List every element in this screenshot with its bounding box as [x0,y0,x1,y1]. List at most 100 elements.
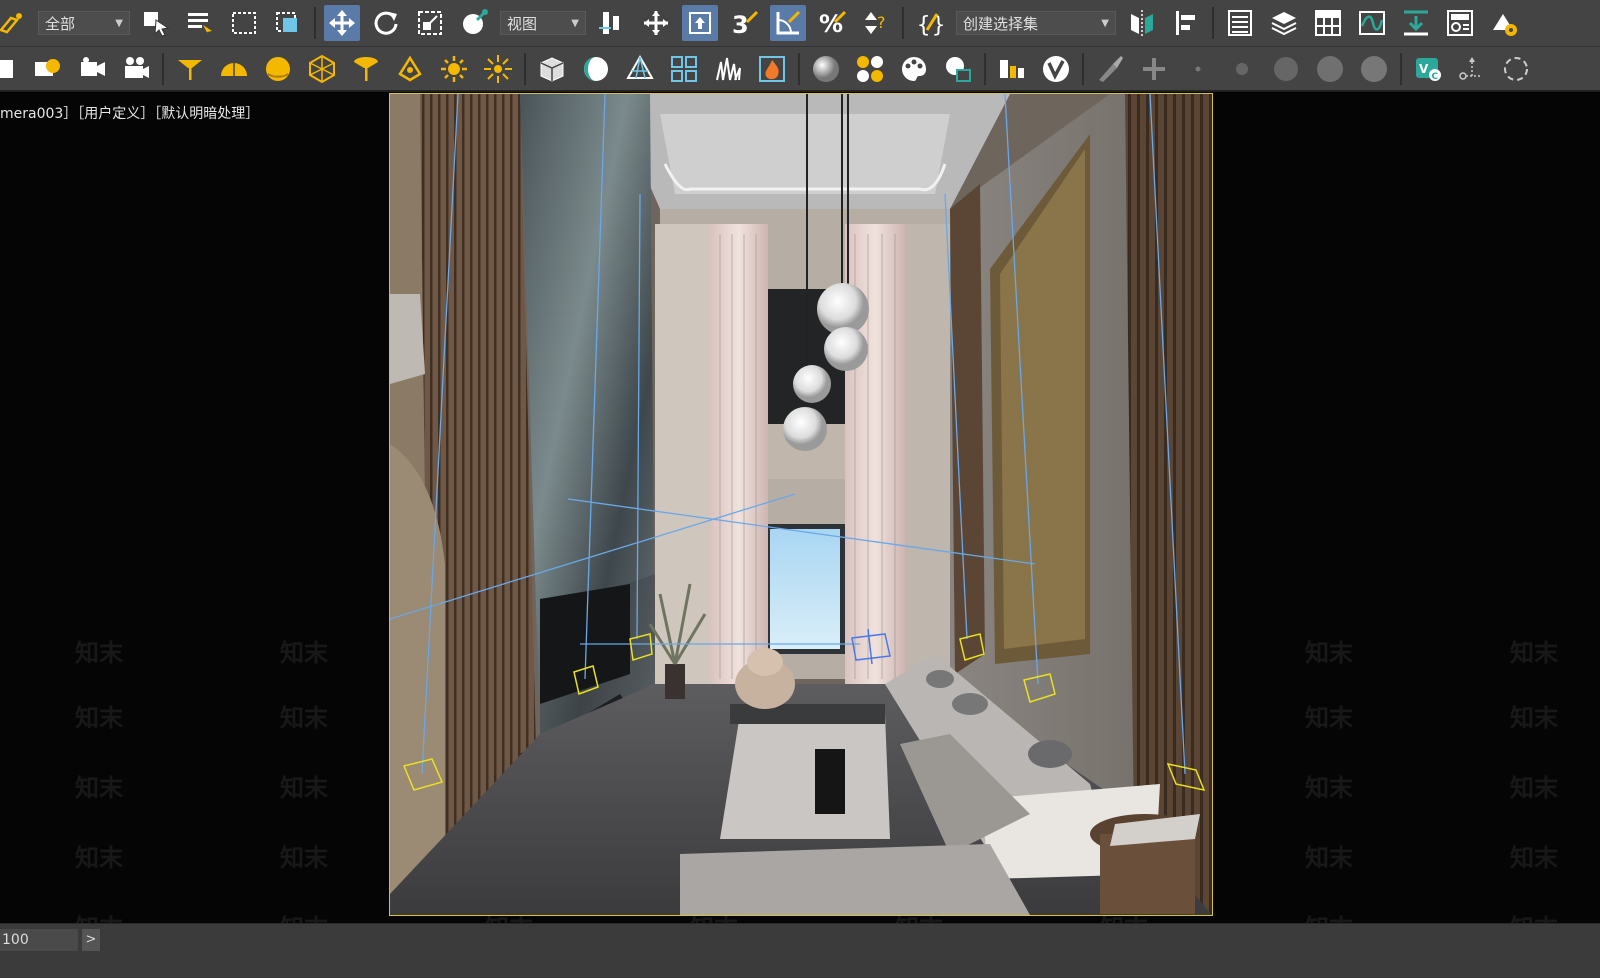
grass-icon[interactable] [710,51,746,87]
toolbar-separator [984,52,986,85]
render-iterative-icon[interactable] [74,51,110,87]
toolbar-separator [162,52,164,85]
camera-icon[interactable] [118,51,154,87]
vray-icon[interactable] [1038,51,1074,87]
teapot-icon[interactable] [578,51,614,87]
edit-named-selection-icon[interactable]: {} [912,5,948,41]
watermark-text: 知末 [1305,704,1353,732]
keyboard-shortcut-override-icon[interactable] [682,5,718,41]
pivot-center-icon[interactable] [594,5,630,41]
svg-text:V: V [1419,62,1429,76]
watermark-text: 知末 [1510,774,1558,802]
material-sphere-icon[interactable] [808,51,844,87]
named-selection-set-value: 创建选择集 [963,14,1039,33]
frame-counter[interactable]: 100 [0,929,78,951]
viewport-render[interactable] [389,93,1213,916]
sphere-xlarge-icon[interactable] [1356,51,1392,87]
select-manipulate-icon[interactable] [456,5,492,41]
reference-coord-value: 视图 [507,14,538,33]
target-spot-icon[interactable] [172,51,208,87]
plus-icon[interactable] [1136,51,1172,87]
sphere-small-icon[interactable] [1224,51,1260,87]
orbit-gizmo-icon[interactable] [1498,51,1534,87]
window-crossing-icon[interactable] [270,5,306,41]
watermark-text: 知末 [1510,844,1558,872]
watermark-text: 知末 [1305,774,1353,802]
render-icon[interactable] [30,51,66,87]
svg-text:3: 3 [732,11,749,38]
ribbon-icon[interactable] [1310,5,1346,41]
watermark-text: 知末 [75,844,123,872]
selection-filter-dropdown[interactable]: 全部 ▼ [38,11,130,35]
geosphere-light-icon[interactable] [304,51,340,87]
mirror-tool-icon[interactable] [1124,5,1160,41]
watermark-text: 知末 [280,908,328,923]
free-spot-icon[interactable] [348,51,384,87]
material-editor-icon[interactable] [1442,5,1478,41]
bake-icon[interactable] [940,51,976,87]
fire-icon[interactable] [754,51,790,87]
scene-explorer-icon[interactable] [1222,5,1258,41]
angle-snap-icon[interactable] [770,5,806,41]
reference-coord-dropdown[interactable]: 视图 ▼ [500,11,586,35]
toolbar-separator [1212,7,1214,39]
dome-light-icon[interactable] [216,51,252,87]
camera-viewport[interactable]: mera003］［用户定义］［默认明暗处理］ 知末 知末 知末 知末 知末 知末 知末 知末知… [0,93,1600,923]
timeline-bar: 100 > [0,923,1600,978]
watermark-text: 知末 [280,774,328,802]
watermark-text: 知末 [280,844,328,872]
omni-light-icon[interactable] [392,51,428,87]
curve-editor-icon[interactable] [1354,5,1390,41]
secondary-toolbar: VC [0,47,1600,92]
vfb-icon[interactable]: VC [1410,51,1446,87]
watermark-text: 知末 [1305,908,1353,923]
percent-snap-icon[interactable]: % [814,5,850,41]
select-rotate-icon[interactable] [368,5,404,41]
skylight-icon[interactable] [480,51,516,87]
named-selection-set-dropdown[interactable]: 创建选择集 ▼ [956,11,1116,35]
main-toolbar: 全部 ▼ 视图 ▼ 3 % ? {} 创建选择集 ▼ [0,0,1600,47]
spinner-snap-icon[interactable]: ? [858,5,894,41]
box-icon[interactable] [534,51,570,87]
toolbar-separator [902,7,904,39]
layer-manager-icon[interactable] [1266,5,1302,41]
sphere-medium-icon[interactable] [1268,51,1304,87]
toolbar-separator [798,52,800,85]
rect-selection-icon[interactable] [226,5,262,41]
render-setup-icon[interactable] [1486,5,1522,41]
schematic-view-icon[interactable] [1398,5,1434,41]
sphere-light-icon[interactable] [260,51,296,87]
align-tool-icon[interactable] [1168,5,1204,41]
chevron-down-icon: ▼ [115,17,123,29]
watermark-text: 知末 [1305,639,1353,667]
watermark-text: 知末 [1510,639,1558,667]
watermark-text: 知末 [75,704,123,732]
snap-3d-icon[interactable]: 3 [726,5,762,41]
select-object-icon[interactable] [138,5,174,41]
scatter-icon[interactable] [666,51,702,87]
viewport-label[interactable]: mera003］［用户定义］［默认明暗处理］ [0,103,259,123]
link-icon[interactable] [0,5,30,41]
toolbar-separator [314,7,316,39]
select-and-link-icon[interactable] [638,5,674,41]
chevron-down-icon: ▼ [1101,17,1109,29]
svg-text:C: C [1432,72,1439,82]
multi-material-icon[interactable] [852,51,888,87]
select-by-name-icon[interactable] [182,5,218,41]
gizmo-icon[interactable] [1454,51,1490,87]
watermark-text: 知末 [75,639,123,667]
select-move-icon[interactable] [324,5,360,41]
select-scale-icon[interactable] [412,5,448,41]
brush-icon[interactable] [1092,51,1128,87]
toolbar-separator [524,52,526,85]
sphere-large-icon[interactable] [1312,51,1348,87]
render-frame-icon[interactable] [0,51,22,87]
palette-icon[interactable] [896,51,932,87]
watermark-text: 知末 [280,704,328,732]
svg-text:?: ? [877,13,886,32]
sun-icon[interactable] [436,51,472,87]
dot-icon[interactable] [1180,51,1216,87]
pyramid-icon[interactable] [622,51,658,87]
asset-tracking-icon[interactable] [994,51,1030,87]
next-frame-button[interactable]: > [82,929,100,951]
